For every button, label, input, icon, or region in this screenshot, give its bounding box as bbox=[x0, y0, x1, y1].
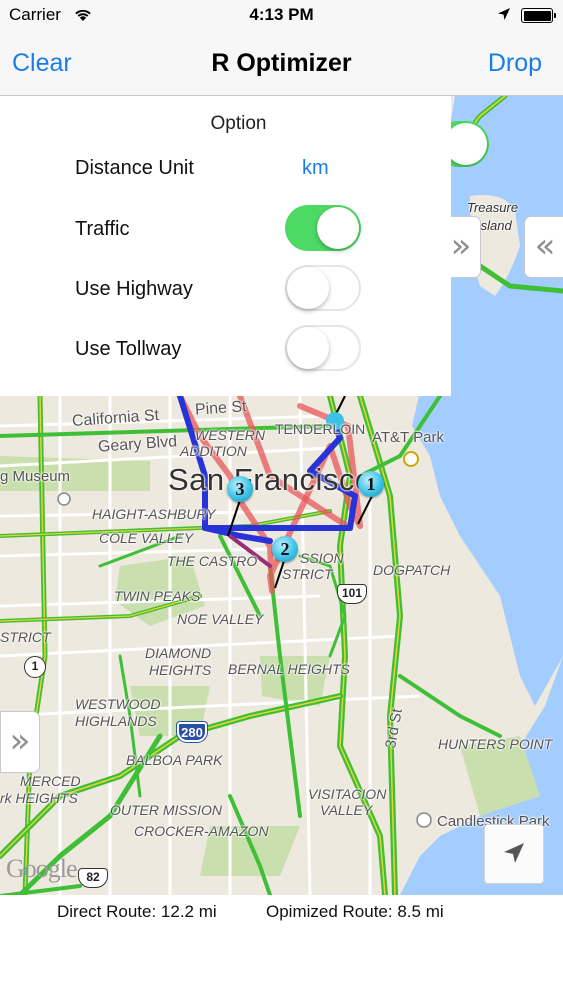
map-label-att-park: AT&T Park bbox=[372, 429, 444, 446]
map-label-outer-mission: OUTER MISSION bbox=[110, 802, 223, 818]
map-label-district: STRICT bbox=[0, 629, 51, 645]
map-label-the-castro: THE CASTRO bbox=[167, 553, 258, 569]
distance-unit-value[interactable]: km bbox=[302, 157, 329, 180]
location-arrow-icon bbox=[498, 8, 510, 20]
traffic-toggle[interactable] bbox=[285, 205, 361, 251]
map-label-museum: g Museum bbox=[0, 468, 71, 485]
ca-1-shield: 1 bbox=[24, 656, 46, 678]
map-label-visitacion-valley: VALLEY bbox=[320, 802, 373, 818]
map-label-pine-st: Pine St bbox=[194, 398, 248, 419]
distance-unit-label: Distance Unit bbox=[75, 157, 194, 179]
drop-button[interactable]: Drop bbox=[488, 49, 542, 78]
map-label-mission-district: SSION bbox=[300, 550, 344, 566]
status-bar: Carrier 4:13 PM bbox=[0, 0, 563, 32]
map-label-western-addition: WESTERN bbox=[195, 427, 265, 443]
expand-left-panel-handle[interactable]: » bbox=[0, 711, 40, 773]
current-location-button[interactable] bbox=[484, 824, 544, 884]
optimized-route-distance: Opimized Route: 8.5 mi bbox=[266, 902, 444, 921]
i-280-shield: 280 bbox=[176, 721, 208, 743]
traffic-label: Traffic bbox=[75, 218, 130, 240]
option-panel: Option Distance Unit km Traffic Use High… bbox=[0, 96, 451, 396]
map-label-westwood-highlands: HIGHLANDS bbox=[75, 713, 157, 729]
map-label-treasure-island: Treasure bbox=[467, 200, 519, 215]
map-label-bernal-heights: BERNAL HEIGHTS bbox=[228, 661, 350, 677]
map-label-cole-valley: COLE VALLEY bbox=[99, 530, 194, 546]
google-logo: Google bbox=[6, 854, 78, 883]
map-label-dogpatch: DOGPATCH bbox=[373, 562, 451, 578]
option-heading: Option bbox=[210, 113, 267, 134]
clock: 4:13 PM bbox=[249, 5, 314, 24]
expand-right-panel-handle[interactable]: « bbox=[524, 216, 563, 278]
route-marker-1[interactable]: 1 bbox=[358, 471, 384, 497]
map-label-haight-ashbury: HAIGHT-ASHBURY bbox=[92, 506, 216, 522]
navigation-bar: Clear R Optimizer Drop bbox=[0, 32, 563, 96]
page-title: R Optimizer bbox=[211, 49, 352, 77]
location-arrow-icon bbox=[504, 843, 524, 863]
map-label-westwood-highlands: WESTWOOD bbox=[75, 696, 161, 712]
route-marker-2[interactable]: 2 bbox=[272, 536, 298, 562]
map-label-merced-heights: MERCED bbox=[20, 773, 81, 789]
map-label-twin-peaks: TWIN PEAKS bbox=[114, 588, 201, 604]
route-summary-footer: Direct Route: 12.2 mi Opimized Route: 8.… bbox=[0, 895, 563, 1000]
map-label-crocker-amazon: CROCKER-AMAZON bbox=[134, 823, 269, 839]
use-highway-label: Use Highway bbox=[75, 278, 193, 300]
map-label-san-francisco: San Francisco bbox=[168, 462, 373, 497]
battery-icon bbox=[521, 8, 556, 23]
map-label-diamond-heights: DIAMOND bbox=[145, 645, 212, 661]
ca-82-shield: 82 bbox=[78, 868, 108, 888]
map-label-merced-heights: rk HEIGHTS bbox=[0, 790, 78, 806]
toggle-knob bbox=[287, 267, 329, 309]
toggle-knob bbox=[287, 327, 329, 369]
map-label-hunters-point: HUNTERS POINT bbox=[438, 736, 553, 752]
map-label-diamond-heights: HEIGHTS bbox=[149, 662, 212, 678]
map-label-visitacion-valley: VISITACION bbox=[308, 786, 387, 802]
use-highway-toggle[interactable] bbox=[285, 265, 361, 311]
map-label-western-addition: ADDITION bbox=[180, 443, 247, 459]
map-label-tenderloin: TENDERLOIN bbox=[275, 421, 366, 437]
toggle-knob bbox=[317, 207, 359, 249]
map-label-noe-valley: NOE VALLEY bbox=[177, 611, 264, 627]
direct-route-distance: Direct Route: 12.2 mi bbox=[57, 902, 217, 921]
use-tollway-toggle[interactable] bbox=[285, 325, 361, 371]
map-label-mission-district: STRICT bbox=[282, 566, 333, 582]
map-label-balboa-park: BALBOA PARK bbox=[126, 752, 223, 768]
map-label-treasure-island: Island bbox=[477, 218, 512, 233]
us-101-shield: 101 bbox=[337, 584, 367, 604]
route-marker-3[interactable]: 3 bbox=[227, 476, 253, 502]
use-tollway-label: Use Tollway bbox=[75, 338, 182, 360]
